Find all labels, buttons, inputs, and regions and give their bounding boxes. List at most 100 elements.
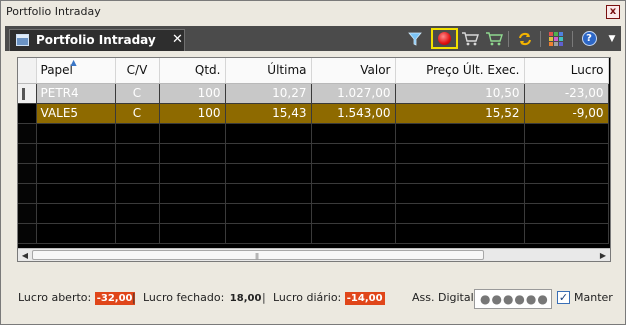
- cell-valor[interactable]: [311, 163, 396, 184]
- record-icon[interactable]: [431, 28, 458, 49]
- cell-preco-ult-exec[interactable]: [395, 203, 525, 224]
- column-header-papel[interactable]: ▲ Papel: [36, 58, 116, 84]
- column-header-preco-ult-exec[interactable]: Preço Últ. Exec.: [395, 58, 525, 84]
- tab-close-icon[interactable]: ✕: [172, 32, 183, 47]
- window-title: Portfolio Intraday: [6, 5, 101, 18]
- column-header-lucro[interactable]: Lucro: [524, 58, 609, 84]
- row-header[interactable]: [18, 103, 37, 124]
- table-row[interactable]: [18, 163, 609, 184]
- cell-cv[interactable]: [115, 163, 160, 184]
- ass-digital-input[interactable]: ●●●●●●: [474, 289, 552, 309]
- cell-valor[interactable]: 1.027,00: [311, 83, 396, 104]
- cell-lucro[interactable]: [524, 143, 609, 164]
- table-row[interactable]: PETR4 C 100 10,27 1.027,00 10,50 -23,00: [18, 83, 609, 104]
- cell-ultima[interactable]: [225, 203, 312, 224]
- cell-ultima[interactable]: [225, 223, 312, 244]
- row-header[interactable]: [18, 203, 37, 224]
- cell-preco-ult-exec[interactable]: 15,52: [395, 103, 525, 124]
- cell-valor[interactable]: [311, 183, 396, 204]
- cell-valor[interactable]: [311, 223, 396, 244]
- cell-lucro[interactable]: -9,00: [524, 103, 609, 124]
- cell-lucro[interactable]: [524, 183, 609, 204]
- row-header[interactable]: [18, 163, 37, 184]
- scroll-left-icon[interactable]: ◀: [19, 250, 31, 261]
- cell-ultima[interactable]: [225, 183, 312, 204]
- cell-valor[interactable]: [311, 203, 396, 224]
- cell-cv[interactable]: C: [115, 103, 160, 124]
- row-header[interactable]: [18, 123, 37, 144]
- column-header-ultima[interactable]: Última: [225, 58, 312, 84]
- cell-preco-ult-exec[interactable]: [395, 183, 525, 204]
- cell-qtd[interactable]: [159, 123, 226, 144]
- cell-papel[interactable]: [36, 163, 116, 184]
- column-header-valor[interactable]: Valor: [311, 58, 396, 84]
- cell-valor[interactable]: 1.543,00: [311, 103, 396, 124]
- cell-cv[interactable]: [115, 183, 160, 204]
- filter-icon[interactable]: [405, 29, 425, 48]
- help-icon[interactable]: ?: [579, 29, 599, 48]
- cell-lucro[interactable]: -23,00: [524, 83, 609, 104]
- cell-preco-ult-exec[interactable]: [395, 143, 525, 164]
- row-header[interactable]: [18, 143, 37, 164]
- cell-qtd[interactable]: [159, 183, 226, 204]
- column-header-qtd[interactable]: Qtd.: [159, 58, 226, 84]
- cell-ultima[interactable]: [225, 143, 312, 164]
- cell-preco-ult-exec[interactable]: [395, 163, 525, 184]
- cell-cv[interactable]: [115, 123, 160, 144]
- table-row[interactable]: [18, 143, 609, 164]
- cell-qtd[interactable]: [159, 163, 226, 184]
- cell-qtd[interactable]: [159, 203, 226, 224]
- manter-checkbox[interactable]: ✓: [557, 291, 570, 304]
- cell-lucro[interactable]: [524, 123, 609, 144]
- cell-ultima[interactable]: [225, 163, 312, 184]
- table-row[interactable]: [18, 123, 609, 144]
- horizontal-scrollbar[interactable]: ◀ ||| ▶: [18, 248, 610, 261]
- scrollbar-thumb[interactable]: |||: [32, 250, 484, 260]
- cell-qtd[interactable]: [159, 143, 226, 164]
- cell-papel[interactable]: VALE5: [36, 103, 116, 124]
- cell-qtd[interactable]: 100: [159, 83, 226, 104]
- cell-papel[interactable]: [36, 223, 116, 244]
- table-row[interactable]: [18, 183, 609, 204]
- table-row[interactable]: VALE5 C 100 15,43 1.543,00 15,52 -9,00: [18, 103, 609, 124]
- cell-cv[interactable]: [115, 143, 160, 164]
- row-header[interactable]: [18, 83, 37, 104]
- cell-qtd[interactable]: [159, 223, 226, 244]
- cell-preco-ult-exec[interactable]: [395, 123, 525, 144]
- cart-add-icon[interactable]: [484, 29, 504, 48]
- cell-papel[interactable]: [36, 183, 116, 204]
- cell-papel[interactable]: [36, 143, 116, 164]
- row-header[interactable]: [18, 183, 37, 204]
- column-header-cv[interactable]: C/V: [115, 58, 160, 84]
- refresh-icon[interactable]: [515, 29, 535, 48]
- grid-icon[interactable]: [546, 29, 566, 48]
- cell-preco-ult-exec[interactable]: [395, 223, 525, 244]
- cell-papel[interactable]: PETR4: [36, 83, 116, 104]
- portfolio-grid[interactable]: ▲ Papel C/V Qtd. Última Valor Preço Últ.…: [17, 57, 611, 262]
- window-close-button[interactable]: x: [606, 5, 620, 19]
- cell-lucro[interactable]: [524, 223, 609, 244]
- cell-cv[interactable]: [115, 223, 160, 244]
- cart-icon[interactable]: [460, 29, 480, 48]
- menu-arrow-icon[interactable]: ▼: [602, 29, 622, 48]
- cell-ultima[interactable]: 15,43: [225, 103, 312, 124]
- cell-cv[interactable]: [115, 203, 160, 224]
- cell-ultima[interactable]: 10,27: [225, 83, 312, 104]
- cell-papel[interactable]: [36, 123, 116, 144]
- cell-ultima[interactable]: [225, 123, 312, 144]
- cell-preco-ult-exec[interactable]: 10,50: [395, 83, 525, 104]
- cell-cv[interactable]: C: [115, 83, 160, 104]
- cell-papel[interactable]: [36, 203, 116, 224]
- row-header-corner: [18, 58, 37, 84]
- table-row[interactable]: [18, 223, 609, 244]
- cell-valor[interactable]: [311, 143, 396, 164]
- cell-lucro[interactable]: [524, 203, 609, 224]
- manter-label[interactable]: Manter: [574, 291, 613, 304]
- scroll-right-icon[interactable]: ▶: [597, 250, 609, 261]
- cell-lucro[interactable]: [524, 163, 609, 184]
- table-row[interactable]: [18, 203, 609, 224]
- row-header[interactable]: [18, 223, 37, 244]
- tab-portfolio-intraday[interactable]: Portfolio Intraday ✕: [9, 29, 185, 51]
- cell-qtd[interactable]: 100: [159, 103, 226, 124]
- cell-valor[interactable]: [311, 123, 396, 144]
